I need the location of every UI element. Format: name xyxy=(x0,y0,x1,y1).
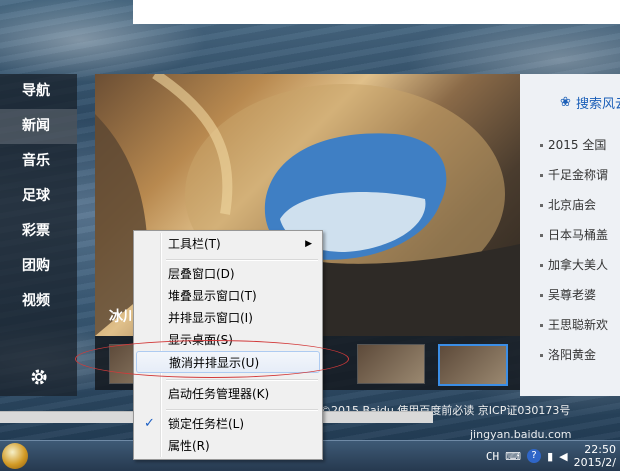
menu-separator xyxy=(166,379,318,381)
language-indicator[interactable]: CH xyxy=(486,450,499,463)
keyboard-icon[interactable]: ⌨ xyxy=(505,450,521,463)
menu-item-cascade[interactable]: 层叠窗口(D) xyxy=(136,263,320,285)
menu-item-stacked[interactable]: 堆叠显示窗口(T) xyxy=(136,285,320,307)
submenu-arrow-icon: ▶ xyxy=(305,239,312,249)
menu-separator xyxy=(166,259,318,261)
news-item[interactable]: 加拿大美人 xyxy=(520,250,620,280)
system-tray: CH ⌨ ? ▮ ◀ 22:50 2015/2/ xyxy=(486,441,620,471)
menu-separator xyxy=(166,409,318,411)
annotation-ellipse xyxy=(75,340,349,378)
news-panel-header[interactable]: ❀ 搜索风云榜 xyxy=(520,74,620,130)
nav-item-music[interactable]: 音乐 xyxy=(0,144,77,179)
nav-item-lottery[interactable]: 彩票 xyxy=(0,214,77,249)
news-item[interactable]: 吴尊老婆 xyxy=(520,280,620,310)
checkmark-icon: ✓ xyxy=(144,416,155,431)
nav-item-football[interactable]: 足球 xyxy=(0,179,77,214)
menu-item-task-manager[interactable]: 启动任务管理器(K) xyxy=(136,383,320,405)
paw-icon: ❀ xyxy=(560,94,571,110)
settings-button[interactable] xyxy=(0,358,77,396)
volume-icon[interactable]: ◀ xyxy=(559,450,567,463)
sidebar-nav: 导航 新闻 音乐 足球 彩票 团购 视频 xyxy=(0,74,77,396)
search-input[interactable] xyxy=(133,0,620,24)
menu-item-toolbars[interactable]: 工具栏(T) ▶ xyxy=(136,233,320,255)
news-panel: ❀ 搜索风云榜 2015 全国 千足金称谓 北京庙会 日本马桶盖 加拿大美人 吴… xyxy=(520,74,620,396)
news-item[interactable]: 王思聪新欢 xyxy=(520,310,620,340)
thumbnail[interactable] xyxy=(357,344,425,384)
menu-item-side-by-side[interactable]: 并排显示窗口(I) xyxy=(136,307,320,329)
menu-item-lock-taskbar[interactable]: ✓ 锁定任务栏(L) xyxy=(136,413,320,435)
news-item[interactable]: 洛阳黄金 xyxy=(520,340,620,370)
clock[interactable]: 22:50 2015/2/ xyxy=(574,443,620,469)
nav-item-news[interactable]: 新闻 xyxy=(0,109,77,144)
nav-item-video[interactable]: 视频 xyxy=(0,284,77,319)
news-item[interactable]: 日本马桶盖 xyxy=(520,220,620,250)
nav-item-daohang[interactable]: 导航 xyxy=(0,74,77,109)
watermark: jingyan.baidu.com xyxy=(470,428,572,441)
help-icon[interactable]: ? xyxy=(527,449,542,463)
start-button[interactable] xyxy=(2,443,28,469)
news-item[interactable]: 千足金称谓 xyxy=(520,160,620,190)
network-icon[interactable]: ▮ xyxy=(547,450,553,463)
menu-item-properties[interactable]: 属性(R) xyxy=(136,435,320,457)
news-item[interactable]: 北京庙会 xyxy=(520,190,620,220)
gear-icon xyxy=(31,369,46,385)
thumbnail-active[interactable] xyxy=(438,344,508,386)
nav-item-groupbuy[interactable]: 团购 xyxy=(0,249,77,284)
news-item[interactable]: 2015 全国 xyxy=(520,130,620,160)
